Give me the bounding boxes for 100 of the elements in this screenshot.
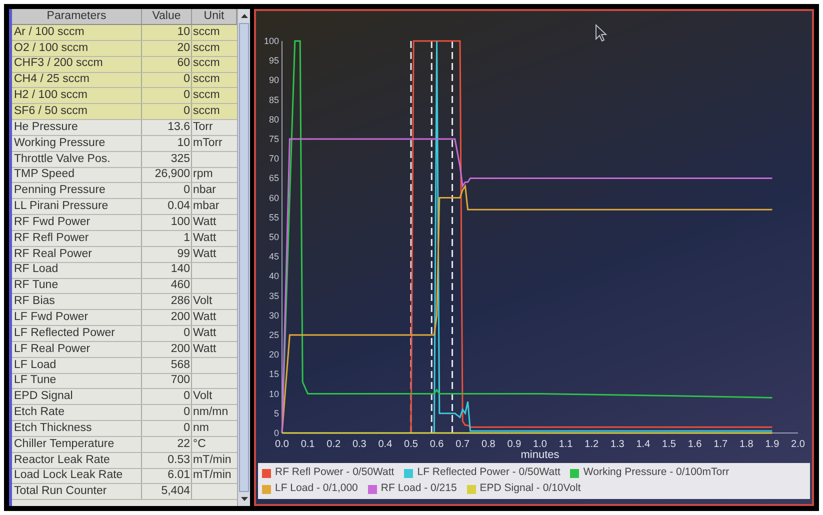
y-tick-label: 50: [268, 232, 279, 242]
parameter-value: 0: [184, 104, 190, 120]
scrollbar[interactable]: [237, 9, 250, 506]
column-header[interactable]: Value: [142, 9, 192, 24]
parameter-name: Throttle Valve Pos.: [14, 152, 110, 167]
parameter-value: 0: [184, 183, 190, 198]
table-row[interactable]: Chiller Temperature 22 °C: [12, 436, 237, 453]
x-tick-label: 0.1: [300, 439, 315, 450]
y-tick-label: 0: [274, 428, 279, 438]
table-row[interactable]: LF Tune 700: [12, 374, 237, 390]
parameter-name: Etch Thickness: [14, 420, 92, 436]
x-tick-label: 1.3: [610, 439, 624, 450]
legend-label: LF Load - 0/1,000: [275, 481, 358, 496]
parameter-unit: Volt: [193, 294, 212, 310]
x-tick-label: 0.8: [481, 439, 496, 450]
x-tick-label: 0.0: [275, 439, 289, 450]
parameter-value: 1: [184, 230, 190, 246]
scroll-thumb[interactable]: [239, 23, 249, 492]
y-tick-label: 15: [268, 369, 279, 380]
parameter-value: 0.53: [168, 452, 190, 468]
table-row[interactable]: LF Fwd Power 200 Watt: [12, 310, 237, 326]
parameter-unit: sccm: [193, 88, 220, 104]
table-row[interactable]: O2 / 100 sccm 20 sccm: [12, 40, 237, 57]
x-tick-label: 0.7: [456, 439, 470, 450]
table-row[interactable]: CH4 / 25 sccm 0 sccm: [12, 72, 237, 88]
parameter-value: 22: [177, 436, 190, 452]
parameter-unit: mbar: [193, 199, 220, 214]
parameter-value: 5,404: [161, 484, 190, 500]
parameter-name: CHF3 / 200 sccm: [14, 56, 103, 72]
table-row[interactable]: LF Reflected Power 0 Watt: [12, 326, 237, 342]
y-tick-label: 10: [268, 388, 279, 399]
y-tick-label: 100: [264, 36, 279, 46]
y-tick-label: 65: [268, 173, 279, 184]
parameter-name: LF Load: [14, 358, 56, 373]
table-row[interactable]: He Pressure 13.6 Torr: [12, 120, 237, 136]
parameter-unit: Watt: [193, 342, 216, 357]
parameter-value: 460: [170, 278, 190, 294]
table-row[interactable]: Throttle Valve Pos. 325: [12, 152, 237, 168]
x-tick-label: 2.0: [791, 439, 805, 450]
x-tick-label: 1.6: [688, 439, 702, 450]
parameter-value: 0: [184, 420, 190, 436]
table-row[interactable]: EPD Signal 0 Volt: [12, 389, 237, 406]
x-tick-label: 1.5: [662, 439, 676, 450]
table-row[interactable]: Total Run Counter 5,404: [12, 484, 237, 500]
table-row[interactable]: Penning Pressure 0 nbar: [12, 183, 237, 200]
table-row[interactable]: LL Pirani Pressure 0.04 mbar: [12, 199, 237, 216]
parameter-value: 13.6: [168, 120, 190, 135]
parameter-value: 10: [177, 136, 190, 151]
parameter-value: 60: [177, 56, 190, 72]
table-row[interactable]: RF Bias 286 Volt: [12, 294, 237, 310]
parameter-name: SF6 / 50 sccm: [14, 104, 88, 120]
parameter-unit: Torr: [193, 120, 213, 135]
parameter-name: RF Tune: [14, 278, 58, 294]
parameter-name: Etch Rate: [14, 405, 64, 420]
parameter-unit: Watt: [193, 310, 216, 325]
table-row[interactable]: RF Tune 460: [12, 278, 237, 294]
table-row[interactable]: LF Real Power 200 Watt: [12, 342, 237, 358]
table-row[interactable]: Etch Thickness 0 nm: [12, 421, 237, 437]
table-row[interactable]: RF Real Power 99 Watt: [12, 246, 237, 263]
column-header[interactable]: Parameters: [12, 9, 142, 24]
parameter-name: Chiller Temperature: [14, 436, 114, 452]
table-row[interactable]: RF Load 140: [12, 262, 237, 278]
parameter-unit: sccm: [193, 72, 220, 88]
y-tick-label: 45: [268, 252, 279, 262]
table-row[interactable]: RF Refl Power 1 Watt: [12, 230, 237, 247]
table-row[interactable]: Ar / 100 sccm 10 sccm: [12, 25, 237, 41]
table-row[interactable]: Reactor Leak Rate 0.53 mT/min: [12, 452, 237, 469]
table-row[interactable]: LF Load 568: [12, 358, 237, 374]
table-row[interactable]: SF6 / 50 sccm 0 sccm: [12, 104, 237, 120]
parameter-name: LF Fwd Power: [14, 310, 88, 325]
parameter-value: 6.01: [168, 468, 190, 484]
table-row[interactable]: CHF3 / 200 sccm 60 sccm: [12, 56, 237, 73]
parameter-unit: Watt: [193, 214, 216, 230]
x-tick-label: 1.4: [636, 439, 650, 450]
table-row[interactable]: RF Fwd Power 100 Watt: [12, 215, 237, 231]
table-row[interactable]: Load Lock Leak Rate 6.01 mT/min: [12, 468, 237, 484]
parameter-name: LF Tune: [14, 373, 56, 388]
x-tick-label: 1.1: [558, 439, 573, 450]
table-row[interactable]: Working Pressure 10 mTorr: [12, 136, 237, 152]
parameter-name: LF Real Power: [14, 342, 90, 357]
table-row[interactable]: Etch Rate 0 nm/mn: [12, 405, 237, 422]
table-row[interactable]: H2 / 100 sccm 0 sccm: [12, 88, 237, 104]
legend-label: LF Reflected Power - 0/50Watt: [417, 465, 560, 480]
parameter-name: H2 / 100 sccm: [14, 88, 88, 104]
y-tick-label: 75: [268, 134, 279, 144]
parameter-value: 0: [184, 326, 190, 341]
table-row[interactable]: TMP Speed 26,900 rpm: [12, 168, 237, 184]
parameter-unit: mT/min: [193, 452, 232, 468]
parameter-name: LL Pirani Pressure: [14, 199, 108, 214]
parameter-value: 0: [184, 88, 190, 104]
legend-label: EPD Signal - 0/10Volt: [480, 481, 581, 496]
x-tick-label: 1.0: [533, 439, 547, 450]
parameter-unit: nm: [193, 420, 209, 436]
parameter-value: 140: [170, 262, 190, 278]
parameter-name: RF Refl Power: [14, 230, 89, 246]
y-tick-label: 85: [268, 94, 279, 105]
parameter-name: EPD Signal: [14, 389, 73, 404]
parameter-unit: nbar: [193, 183, 216, 198]
parameter-value: 0: [184, 72, 190, 88]
parameter-unit: Volt: [193, 389, 212, 404]
